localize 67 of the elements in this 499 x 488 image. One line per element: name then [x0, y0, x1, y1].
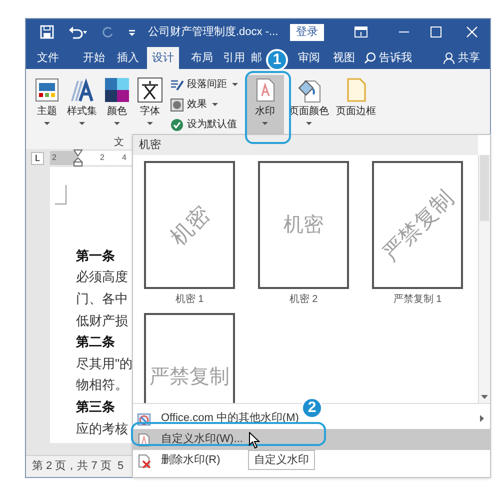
- ribbon-tab[interactable]: 插入: [112, 47, 144, 69]
- ribbon-tab[interactable]: 视图: [328, 47, 360, 69]
- ribbon-tab[interactable]: 开始: [78, 47, 110, 69]
- document-title: 公司财产管理制度.docx -...: [148, 24, 278, 40]
- search-icon: [364, 52, 376, 64]
- save-icon: [40, 25, 54, 39]
- ruler-number: 4: [122, 152, 126, 164]
- undo-icon: [68, 25, 88, 39]
- search-field[interactable]: 告诉我: [364, 47, 412, 69]
- effects-icon: [170, 98, 184, 112]
- scrollbar-thumb[interactable]: [480, 155, 489, 221]
- document-text: 第三条: [76, 398, 115, 415]
- search-placeholder: 告诉我: [379, 50, 412, 66]
- mouse-cursor-icon: [249, 432, 260, 449]
- share-button[interactable]: 共享: [443, 47, 480, 69]
- document-text: 低财产损: [76, 312, 128, 329]
- document-text: 物相符。: [76, 377, 128, 394]
- ribbon-tab[interactable]: 布局: [186, 47, 218, 69]
- margin-corner-icon: [55, 185, 67, 205]
- watermark-icon: [137, 432, 151, 446]
- menu-item[interactable]: 删除水印(R): [133, 450, 226, 471]
- ruler-number: 2: [100, 152, 104, 164]
- ribbon-button[interactable]: 效果: [170, 95, 218, 114]
- ribbon-button[interactable]: 段落间距: [170, 75, 238, 94]
- thumbnail-label: 机密 1: [175, 292, 204, 307]
- ruler-number: 2: [52, 152, 56, 164]
- document-text: 尽其用"的: [76, 356, 133, 372]
- ribbon-tab[interactable]: 文件: [32, 47, 64, 69]
- document-text: 应的考核: [76, 420, 128, 437]
- close-icon: [466, 26, 478, 38]
- font-icon: [137, 77, 163, 103]
- ribbon-tab[interactable]: 设计: [147, 47, 179, 69]
- ribbon-button[interactable]: 样式集: [65, 75, 99, 139]
- check-circle-icon: [170, 118, 184, 132]
- maximize-icon: [430, 26, 442, 38]
- person-icon: [443, 52, 455, 64]
- ribbon-tab[interactable]: 审阅: [293, 47, 325, 69]
- section-header: 机密: [133, 135, 478, 155]
- theme-icon: [34, 77, 60, 103]
- tab-selector[interactable]: L: [31, 152, 44, 164]
- ribbon-button[interactable]: 设为默认值: [170, 115, 237, 134]
- status-text: 第 2 页，共 7 页: [32, 459, 112, 474]
- document-text: 第二条: [76, 334, 115, 350]
- ribbon-display-icon: [354, 26, 368, 38]
- ribbon-tab[interactable]: 邮: [250, 47, 263, 69]
- paragraph-spacing-icon: [170, 78, 184, 92]
- ribbon-tab[interactable]: 引用: [218, 47, 250, 69]
- watermark-text: 严禁复制: [376, 184, 458, 267]
- status-text: 5: [117, 459, 124, 474]
- delete-watermark-icon: [137, 454, 151, 468]
- letter-a-icon: [69, 77, 95, 103]
- login-button[interactable]: 登录: [290, 24, 324, 40]
- document-text: 必须高度: [76, 269, 128, 286]
- scrollbar[interactable]: [478, 155, 490, 403]
- menu-item[interactable]: 自定义水印(W)...: [133, 429, 490, 450]
- tooltip: 自定义水印: [248, 450, 315, 470]
- redo-icon: [102, 25, 114, 39]
- color-palette-icon: [104, 77, 130, 103]
- watermark-text: 机密: [284, 213, 324, 238]
- document-text: 门、各中: [76, 290, 128, 307]
- scroll-down-icon: [481, 395, 488, 399]
- watermark-text: 严禁复制: [150, 365, 230, 390]
- thumbnail-label: 严禁复制 1: [393, 292, 442, 307]
- document-text: 第一条: [76, 248, 115, 264]
- thumbnail-label: 机密 2: [289, 292, 318, 307]
- watermark-text: 机密: [164, 200, 215, 252]
- ribbon-button[interactable]: 主题: [32, 75, 62, 139]
